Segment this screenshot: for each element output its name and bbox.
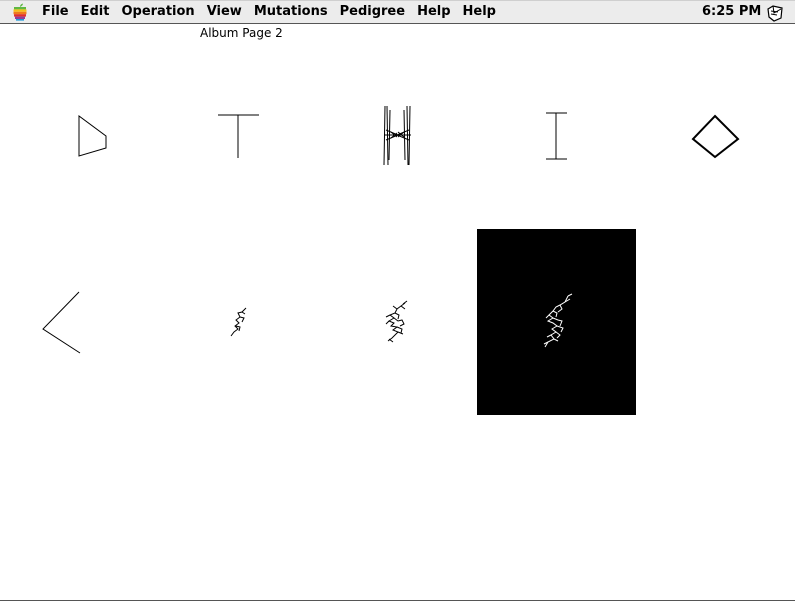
biomorph-cell-6[interactable] xyxy=(20,270,130,370)
biomorph-i-beam xyxy=(546,112,567,160)
apple-icon xyxy=(13,3,27,21)
apple-menu[interactable] xyxy=(10,1,30,23)
application-switcher-icon[interactable] xyxy=(765,3,785,23)
biomorph-squiggle-large xyxy=(543,293,573,348)
biomorph-cell-7[interactable] xyxy=(185,270,295,370)
menu-operation[interactable]: Operation xyxy=(115,1,200,23)
menu-pedigree[interactable]: Pedigree xyxy=(334,1,411,23)
menu-help[interactable]: Help xyxy=(411,1,456,23)
biomorph-cell-8[interactable] xyxy=(340,270,450,370)
biomorph-cell-2[interactable] xyxy=(185,90,295,185)
menu-edit[interactable]: Edit xyxy=(75,1,116,23)
biomorph-cell-5[interactable] xyxy=(660,90,770,185)
menu-view[interactable]: View xyxy=(201,1,248,23)
album-page-title: Album Page 2 xyxy=(200,26,283,40)
biomorph-cell-9-selected[interactable] xyxy=(477,229,636,415)
biomorph-squiggle-small xyxy=(230,307,247,337)
biomorph-cell-3[interactable] xyxy=(340,90,450,185)
menu-file[interactable]: File xyxy=(36,1,75,23)
menu-help-2[interactable]: Help xyxy=(457,1,502,23)
biomorph-tie-fighter xyxy=(383,105,411,166)
menu-bar: File Edit Operation View Mutations Pedig… xyxy=(0,0,795,24)
window-bottom-edge xyxy=(0,600,795,601)
biomorph-chevron xyxy=(42,291,81,354)
biomorph-tee xyxy=(218,114,259,158)
biomorph-triangle xyxy=(78,115,107,157)
menu-mutations[interactable]: Mutations xyxy=(248,1,334,23)
biomorph-squiggle-medium xyxy=(385,300,408,343)
biomorph-cell-4[interactable] xyxy=(500,90,610,185)
biomorph-diamond xyxy=(691,114,740,159)
biomorph-cell-1[interactable] xyxy=(40,90,150,185)
menu-clock[interactable]: 6:25 PM xyxy=(702,1,761,23)
